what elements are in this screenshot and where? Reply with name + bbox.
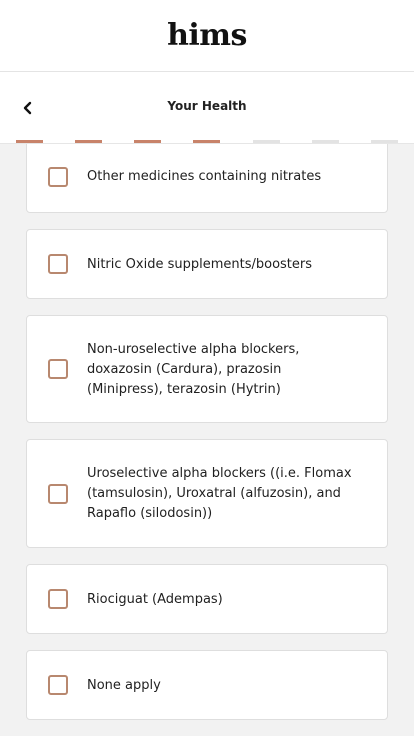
option-checkbox[interactable] <box>48 359 68 379</box>
option-card-uroselective-alpha-blockers[interactable]: Uroselective alpha blockers ((i.e. Floma… <box>26 439 388 548</box>
option-card-none-apply[interactable]: None apply <box>26 650 388 720</box>
page-title: Your Health <box>167 99 247 113</box>
hims-logo: hims <box>167 18 247 53</box>
progress-segment-7 <box>370 140 398 143</box>
option-card-nitric-oxide[interactable]: Nitric Oxide supplements/boosters <box>26 229 388 299</box>
progress-segment-1 <box>16 140 43 143</box>
option-checkbox[interactable] <box>48 675 68 695</box>
option-card-riociguat[interactable]: Riociguat (Adempas) <box>26 564 388 634</box>
progress-bar <box>16 140 398 143</box>
progress-segment-2 <box>75 140 103 143</box>
top-bar: hims <box>0 0 414 72</box>
progress-segment-4 <box>193 140 221 143</box>
step-navigation-bar: Your Health <box>0 72 414 144</box>
option-label: Other medicines containing nitrates <box>87 169 322 184</box>
option-card-non-uroselective-alpha-blockers[interactable]: Non-uroselective alpha blockers, doxazos… <box>26 315 388 423</box>
option-checkbox[interactable] <box>48 254 68 274</box>
option-checkbox[interactable] <box>48 589 68 609</box>
option-label: Uroselective alpha blockers ((i.e. Floma… <box>87 466 352 521</box>
option-card-other-nitrates[interactable]: Other medicines containing nitrates <box>26 144 388 213</box>
option-label: Non-uroselective alpha blockers, doxazos… <box>87 342 300 397</box>
progress-segment-5 <box>252 140 280 143</box>
option-checkbox[interactable] <box>48 484 68 504</box>
option-label: Nitric Oxide supplements/boosters <box>87 257 313 272</box>
option-checkbox[interactable] <box>48 167 68 187</box>
option-label: None apply <box>87 678 161 693</box>
progress-segment-3 <box>134 140 162 143</box>
medication-options-list: Other medicines containing nitrates Nitr… <box>0 144 414 736</box>
option-label: Riociguat (Adempas) <box>87 592 223 607</box>
progress-segment-6 <box>311 140 339 143</box>
